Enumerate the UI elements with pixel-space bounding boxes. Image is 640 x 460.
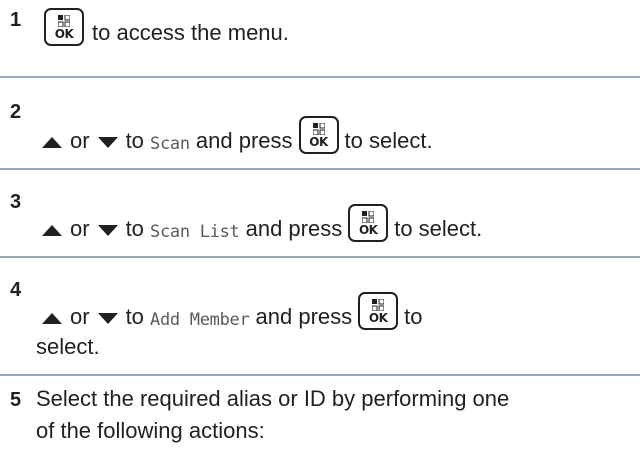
to-text-end: to (404, 304, 423, 329)
or-text: or (70, 304, 90, 329)
step-4-line-1: or to Add Member and press OK to (38, 292, 423, 330)
menu-grid-icon (312, 123, 325, 135)
or-text: or (70, 216, 90, 241)
to-select-text: to select. (394, 216, 483, 241)
menu-grid-icon (362, 211, 375, 223)
ok-key-icon: OK (348, 204, 389, 242)
ok-key-icon: OK (358, 292, 399, 330)
and-press-text: and press (255, 304, 353, 329)
step-number: 1 (10, 9, 22, 31)
step-2-line: or to Scan and press OK to select. (38, 116, 433, 154)
to-select-text: to select. (344, 128, 433, 153)
step-1-text: to access the menu. (92, 20, 289, 45)
and-press-text: and press (195, 128, 293, 153)
ok-key-label: OK (368, 311, 388, 325)
to-text: to (125, 304, 144, 329)
step-4: 4 or to Add Member and press OK to selec… (0, 258, 640, 372)
ok-key-label: OK (54, 27, 74, 41)
up-arrow-icon (42, 225, 62, 236)
step-4-line-2: select. (36, 334, 100, 359)
and-press-text: and press (245, 216, 343, 241)
ok-key-label: OK (309, 135, 328, 149)
to-text: to (125, 216, 144, 241)
step-5-line-1: Select the required alias or ID by perfo… (36, 386, 510, 411)
down-arrow-icon (97, 313, 118, 324)
up-arrow-icon (42, 137, 62, 148)
menu-item-scan: Scan (150, 134, 190, 154)
menu-item-scan-list: Scan List (150, 222, 240, 242)
ok-key-icon: OK (298, 116, 339, 154)
down-arrow-icon (97, 225, 118, 236)
down-arrow-icon (97, 137, 118, 148)
step-number: 5 (10, 389, 22, 411)
step-3: 3 or to Scan List and press OK to select… (0, 170, 640, 254)
step-5-line-2: of the following actions: (36, 418, 265, 443)
step-number: 2 (10, 101, 22, 123)
to-text: to (125, 128, 144, 153)
menu-grid-icon (372, 299, 385, 311)
menu-grid-icon (58, 15, 70, 27)
step-3-line: or to Scan List and press OK to select. (38, 204, 482, 242)
step-1-line: OK to access the menu. (44, 8, 289, 46)
ok-key-icon: OK (44, 8, 84, 46)
ok-key-label: OK (358, 223, 378, 237)
menu-item-add-member: Add Member (150, 310, 250, 330)
step-5: 5 Select the required alias or ID by per… (0, 376, 640, 460)
step-1: 1 OK to access the menu. (0, 0, 640, 74)
step-number: 4 (10, 279, 22, 301)
or-text: or (70, 128, 90, 153)
step-2: 2 or to Scan and press OK to select. (0, 78, 640, 166)
up-arrow-icon (42, 313, 62, 324)
step-number: 3 (10, 191, 22, 213)
